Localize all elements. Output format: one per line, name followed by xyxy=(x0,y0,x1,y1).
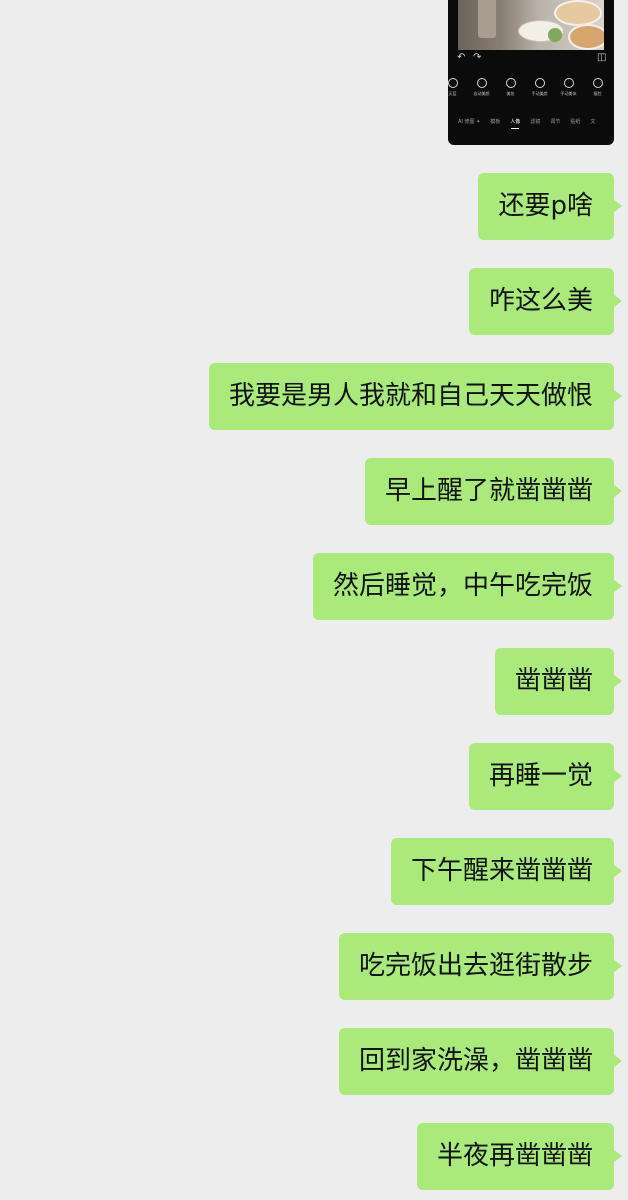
message-bubble[interactable]: 凿凿凿 xyxy=(494,648,623,715)
tool-item: 自动美颜 xyxy=(467,78,496,104)
edit-tab-row: AI 修图 ✦ 模板 人像 滤镜 调节 贴纸 文 xyxy=(448,118,614,132)
tool-label: 自动美颜 xyxy=(473,91,490,96)
tool-item: 手动美体 xyxy=(554,78,583,104)
message-bubble[interactable]: 我要是男人我就和自己天天做恨 xyxy=(208,363,623,430)
tab-ai-retouch: AI 修图 ✦ xyxy=(458,119,481,125)
makeup-icon xyxy=(505,78,516,88)
tool-row: 天蓝 自动美颜 美妆 手动美颜 手动美体 瘦脸 xyxy=(448,78,614,104)
tab-template: 模板 xyxy=(490,119,501,125)
tab-portrait: 人像 xyxy=(510,118,520,132)
message-bubble[interactable]: 再睡一觉 xyxy=(468,743,623,810)
auto-beauty-icon xyxy=(476,78,487,88)
tool-item: 手动美颜 xyxy=(525,78,554,104)
tab-sticker: 贴纸 xyxy=(570,119,581,125)
message-bubble[interactable]: 还要p啥 xyxy=(478,173,622,240)
message-bubble[interactable]: 吃完饭出去逛街散步 xyxy=(338,933,623,1000)
tool-item: 天蓝 xyxy=(448,78,467,104)
tool-label: 天蓝 xyxy=(448,91,457,96)
face-slim-icon xyxy=(592,78,603,88)
photo-glass xyxy=(478,0,496,38)
photo-cup xyxy=(548,28,562,42)
message-bubble[interactable]: 回到家洗澡，凿凿凿 xyxy=(338,1028,623,1095)
photo-plate xyxy=(554,0,602,26)
body-shape-icon xyxy=(563,78,574,88)
tab-adjust: 调节 xyxy=(550,119,561,125)
message-bubble[interactable]: 咋这么美 xyxy=(468,268,623,335)
shared-image-message[interactable]: ↶ ↷ ◫ 天蓝 自动美颜 美妆 手动美颜 手动美体 瘦脸 AI 修图 ✦ 模板… xyxy=(448,0,614,145)
edit-toolbar: ↶ ↷ ◫ xyxy=(448,51,614,65)
tab-text: 文 xyxy=(590,119,596,125)
tool-label: 美妆 xyxy=(506,91,515,96)
tool-label: 手动美颜 xyxy=(531,91,548,96)
redo-icon: ↷ xyxy=(473,52,482,63)
message-bubble[interactable]: 下午醒来凿凿凿 xyxy=(390,838,623,905)
tool-item: 美妆 xyxy=(496,78,525,104)
tool-label: 手动美体 xyxy=(560,91,577,96)
tab-filter: 滤镜 xyxy=(530,119,541,125)
message-bubble[interactable]: 半夜再凿凿凿 xyxy=(416,1123,623,1190)
food-photo xyxy=(458,0,604,50)
message-bubble[interactable]: 早上醒了就凿凿凿 xyxy=(364,458,623,525)
photo-plate xyxy=(568,24,604,50)
tool-item: 瘦脸 xyxy=(583,78,612,104)
manual-beauty-icon xyxy=(534,78,545,88)
tool-label: 瘦脸 xyxy=(593,91,602,96)
sky-icon xyxy=(448,78,458,88)
compare-icon: ◫ xyxy=(597,52,607,63)
undo-icon: ↶ xyxy=(457,52,466,63)
message-bubble[interactable]: 然后睡觉，中午吃完饭 xyxy=(312,553,623,620)
